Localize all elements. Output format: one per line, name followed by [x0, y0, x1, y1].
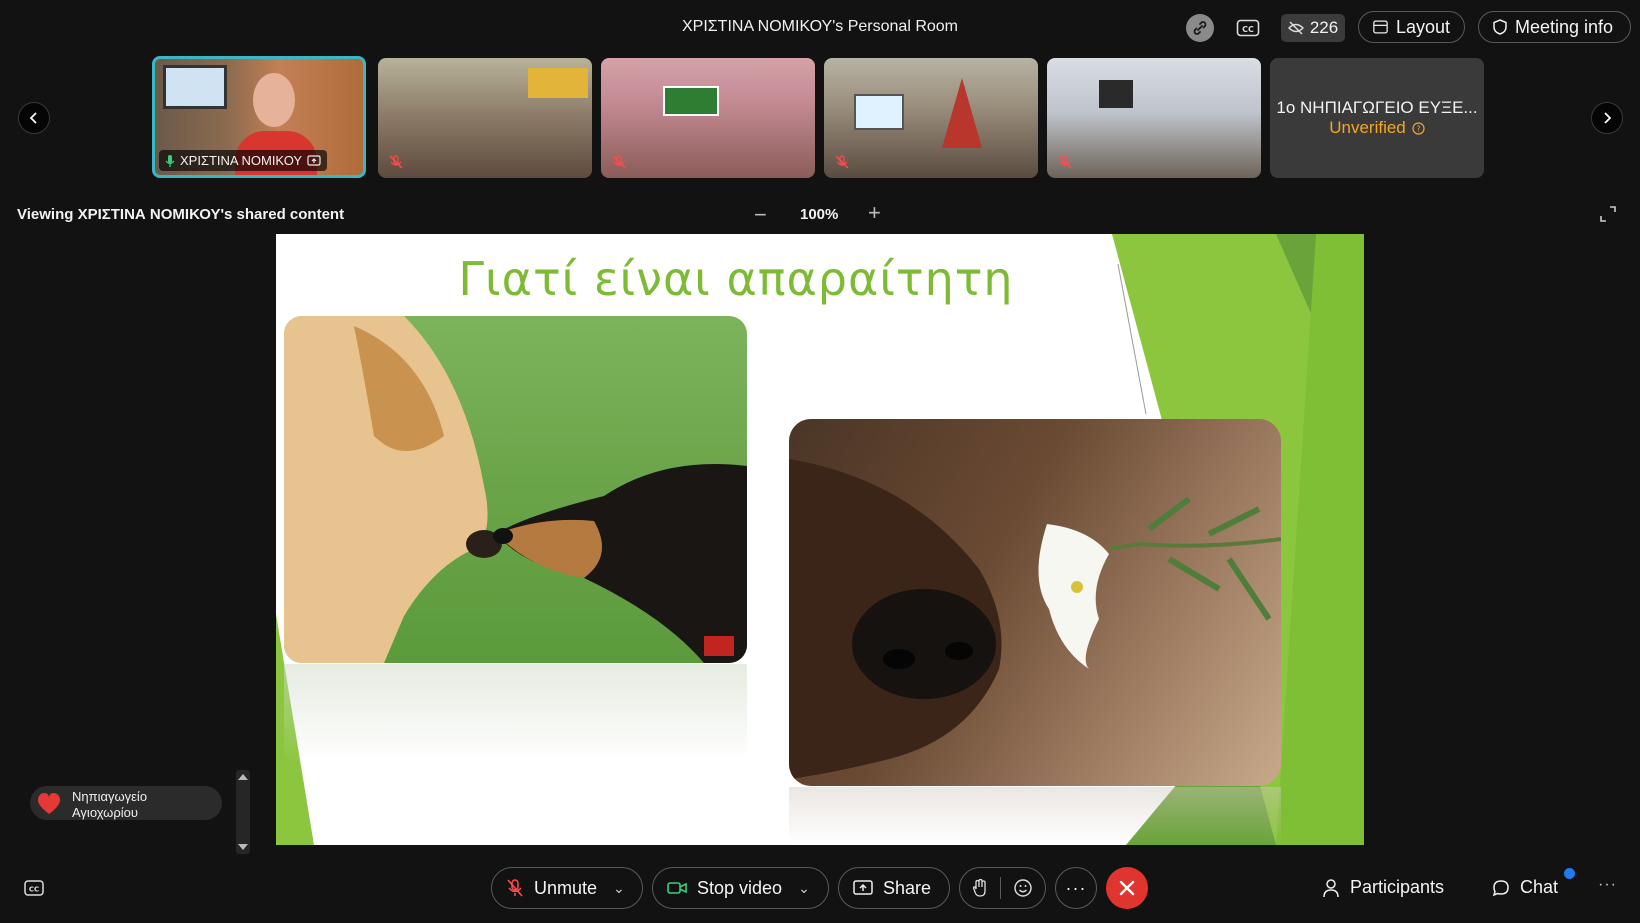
layout-label: Layout — [1395, 16, 1450, 37]
stop-video-label: Stop video — [697, 877, 783, 898]
reaction-sender-name: Νηπιαγωγείο Αγιοχωρίου — [72, 789, 148, 820]
chat-notification-dot — [1564, 868, 1575, 879]
chevron-down-icon[interactable]: ⌄ — [613, 880, 625, 897]
mic-muted-icon — [507, 879, 523, 897]
link-icon[interactable] — [1186, 14, 1214, 42]
thumbnail-classroom-1[interactable] — [378, 58, 592, 178]
person-icon — [1323, 878, 1339, 897]
reactions-group — [959, 867, 1046, 909]
mic-muted-icon — [835, 155, 849, 169]
scroll-up-icon[interactable] — [238, 774, 248, 780]
shared-slide: Γιατί είναι απαραίτητη — [276, 234, 1364, 845]
share-label: Share — [883, 877, 932, 898]
thumbnail-presenter[interactable]: ΧΡΙΣΤΙΝΑ ΝΟΜΙΚΟΥ — [152, 56, 366, 178]
thumbnail-presenter-label: ΧΡΙΣΤΙΝΑ ΝΟΜΙΚΟΥ — [159, 150, 328, 171]
chevron-down-icon[interactable]: ⌄ — [798, 880, 810, 897]
chat-button[interactable]: Chat — [1492, 877, 1558, 898]
svg-text:CC: CC — [1242, 25, 1254, 34]
chat-bubble-icon — [1492, 879, 1509, 896]
heart-icon — [37, 793, 61, 814]
dogs-photo-reflection — [284, 664, 747, 764]
captions-toggle-button[interactable]: CC — [24, 880, 44, 901]
zoom-in-button[interactable]: + — [868, 200, 881, 226]
reaction-toast: Νηπιαγωγείο Αγιοχωρίου — [30, 786, 222, 820]
dogs-nose-to-nose-photo — [284, 316, 747, 663]
participants-label: Participants — [1350, 877, 1445, 897]
unmute-button[interactable]: Unmute ⌄ — [491, 867, 643, 909]
scroll-down-icon[interactable] — [238, 844, 248, 850]
close-icon — [1119, 880, 1135, 896]
viewing-shared-content-label: Viewing ΧΡΙΣΤΙΝΑ ΝΟΜΙΚΟΥ's shared conten… — [17, 206, 345, 223]
meeting-info-button[interactable]: Meeting info — [1478, 11, 1631, 43]
unverified-participant-name: 1ο ΝΗΠΙΑΓΩΓΕΙΟ ΕΥΞΕ... — [1276, 98, 1478, 117]
chat-label: Chat — [1520, 877, 1559, 897]
unmute-label: Unmute — [534, 877, 598, 898]
meeting-info-label: Meeting info — [1515, 16, 1614, 37]
participant-count: 226 — [1309, 18, 1339, 37]
layout-icon — [1373, 20, 1388, 34]
chevron-right-icon — [1604, 112, 1612, 124]
participant-count-badge[interactable]: 226 — [1281, 14, 1345, 42]
share-screen-icon — [853, 880, 873, 895]
fullscreen-button[interactable] — [1598, 204, 1618, 229]
expand-icon — [1600, 206, 1616, 222]
mic-muted-icon — [389, 155, 403, 169]
svg-text:?: ? — [1416, 124, 1420, 133]
unverified-status: Unverified ? — [1329, 118, 1425, 138]
share-button[interactable]: Share — [838, 867, 950, 909]
mic-on-icon — [165, 154, 175, 167]
divider — [1000, 877, 1001, 899]
video-camera-icon — [667, 882, 687, 894]
unverified-status-label: Unverified — [1329, 118, 1406, 137]
reactions-scrollbar[interactable] — [236, 770, 250, 854]
thumbnail-classroom-4[interactable] — [1047, 58, 1261, 178]
closed-captions-icon: CC — [24, 880, 44, 896]
thumbnails-prev-button[interactable] — [18, 102, 50, 134]
layout-button[interactable]: Layout — [1358, 11, 1465, 43]
more-options-icon: ··· — [1065, 877, 1087, 898]
presenter-name: ΧΡΙΣΤΙΝΑ ΝΟΜΙΚΟΥ — [180, 153, 303, 168]
thumbnail-classroom-2[interactable] — [601, 58, 815, 178]
overflow-menu-button[interactable]: ··· — [1598, 876, 1617, 894]
slide-title: Γιατί είναι απαραίτητη — [458, 252, 1014, 306]
dog-nose-and-flower-photo — [789, 419, 1281, 786]
thumbnails-next-button[interactable] — [1591, 102, 1623, 134]
zoom-level: 100% — [800, 206, 839, 223]
screen-share-icon — [307, 154, 321, 166]
svg-text:CC: CC — [29, 886, 39, 894]
end-meeting-button[interactable] — [1106, 867, 1148, 909]
nose-photo-reflection — [789, 787, 1281, 845]
captions-icon[interactable]: CC — [1234, 14, 1262, 42]
eye-off-icon — [1287, 21, 1304, 35]
thumbnail-classroom-3[interactable] — [824, 58, 1038, 178]
thumbnail-unverified-participant[interactable]: 1ο ΝΗΠΙΑΓΩΓΕΙΟ ΕΥΞΕ... Unverified ? — [1270, 58, 1484, 178]
more-options-button[interactable]: ··· — [1055, 867, 1097, 909]
help-icon[interactable]: ? — [1412, 121, 1425, 135]
raise-hand-icon[interactable] — [972, 878, 988, 898]
stop-video-button[interactable]: Stop video ⌄ — [652, 867, 829, 909]
shield-icon — [1493, 19, 1507, 35]
mic-muted-icon — [612, 155, 626, 169]
mic-muted-icon — [1058, 155, 1072, 169]
emoji-reaction-icon[interactable] — [1013, 878, 1033, 898]
zoom-out-button[interactable]: − — [754, 202, 767, 228]
participants-button[interactable]: Participants — [1322, 877, 1444, 898]
chevron-left-icon — [29, 112, 37, 124]
